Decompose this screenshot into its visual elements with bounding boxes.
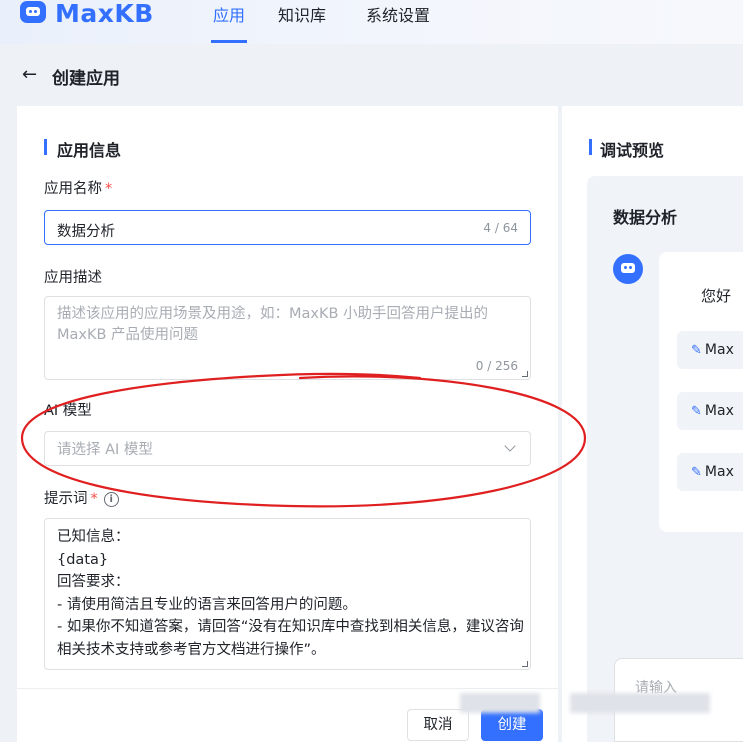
app-name-input[interactable]: 数据分析 4 / 64 <box>44 210 531 245</box>
nav-item-apps[interactable]: 应用 <box>213 2 245 26</box>
app-name-label-text: 应用名称 <box>44 181 102 197</box>
suggestion-text: Max <box>704 464 734 480</box>
ai-model-select[interactable]: 请选择 AI 模型 <box>44 431 531 466</box>
app-desc-label: 应用描述 <box>44 270 102 286</box>
greeting-text: 您好 <box>701 287 732 305</box>
app-name-counter: 4 / 64 <box>483 221 518 235</box>
cancel-button[interactable]: 取消 <box>407 709 469 741</box>
bot-avatar-icon <box>613 254 643 284</box>
chevron-down-icon[interactable] <box>504 440 516 452</box>
required-mark: * <box>105 181 113 197</box>
bot-message-bubble: 您好 ✎ Max ✎ Max ✎ Max <box>659 252 743 532</box>
maxkb-logo-icon[interactable] <box>20 1 46 23</box>
resize-handle-icon[interactable] <box>522 371 528 377</box>
blurred-region <box>570 693 710 713</box>
brand-name[interactable]: MaxKB <box>55 0 154 28</box>
app-info-panel: 应用信息 应用名称 * 数据分析 4 / 64 应用描述 描述该应用的应用场景及用… <box>17 106 558 742</box>
app-desc-placeholder: 描述该应用的应用场景及用途，如：MaxKB 小助手回答用户提出的 MaxKB 产… <box>57 306 489 343</box>
prompt-textarea[interactable]: 已知信息： {data} 回答要求： - 请使用简洁且专业的语言来回答用户的问题… <box>44 518 531 670</box>
page-title: 创建应用 <box>52 69 120 89</box>
app-name-value: 数据分析 <box>57 224 115 240</box>
ai-model-label: AI 模型 <box>44 403 92 419</box>
active-tab-indicator <box>211 40 247 43</box>
suggestion-text: Max <box>704 342 734 358</box>
suggestion-item[interactable]: ✎ Max <box>677 453 743 491</box>
pen-icon: ✎ <box>691 465 702 480</box>
preview-app-name: 数据分析 <box>613 208 678 227</box>
nav-item-knowledge[interactable]: 知识库 <box>278 2 326 26</box>
page-header: ← 创建应用 <box>0 44 743 106</box>
app-name-label: 应用名称 * <box>44 177 112 198</box>
prompt-label: 提示词 * i <box>44 487 119 508</box>
app-desc-textarea[interactable]: 描述该应用的应用场景及用途，如：MaxKB 小助手回答用户提出的 MaxKB 产… <box>44 296 531 380</box>
section-accent-bar <box>44 139 47 155</box>
suggestion-text: Max <box>704 403 734 419</box>
required-mark: * <box>90 491 98 507</box>
prompt-label-text: 提示词 <box>44 491 88 507</box>
back-arrow-icon[interactable]: ← <box>22 64 37 85</box>
app-desc-counter: 0 / 256 <box>475 359 518 373</box>
prompt-value: 已知信息： {data} 回答要求： - 请使用简洁且专业的语言来回答用户的问题… <box>57 529 524 658</box>
debug-preview-panel: 调试预览 数据分析 您好 ✎ Max ✎ Max ✎ Max 请输入 <box>562 106 743 742</box>
section-title-preview: 调试预览 <box>600 141 665 160</box>
section-accent-bar <box>589 139 592 155</box>
suggestion-item[interactable]: ✎ Max <box>677 392 743 430</box>
blurred-region <box>460 693 540 713</box>
pen-icon: ✎ <box>691 343 702 358</box>
section-title-app-info: 应用信息 <box>57 141 122 160</box>
top-navbar: MaxKB 应用 知识库 系统设置 <box>0 0 743 44</box>
resize-handle-icon[interactable] <box>522 661 528 667</box>
ai-model-placeholder: 请选择 AI 模型 <box>57 442 153 458</box>
info-icon[interactable]: i <box>103 492 119 507</box>
nav-item-settings[interactable]: 系统设置 <box>366 2 430 26</box>
pen-icon: ✎ <box>691 404 702 419</box>
suggestion-item[interactable]: ✎ Max <box>677 331 743 369</box>
create-button[interactable]: 创建 <box>481 709 543 741</box>
